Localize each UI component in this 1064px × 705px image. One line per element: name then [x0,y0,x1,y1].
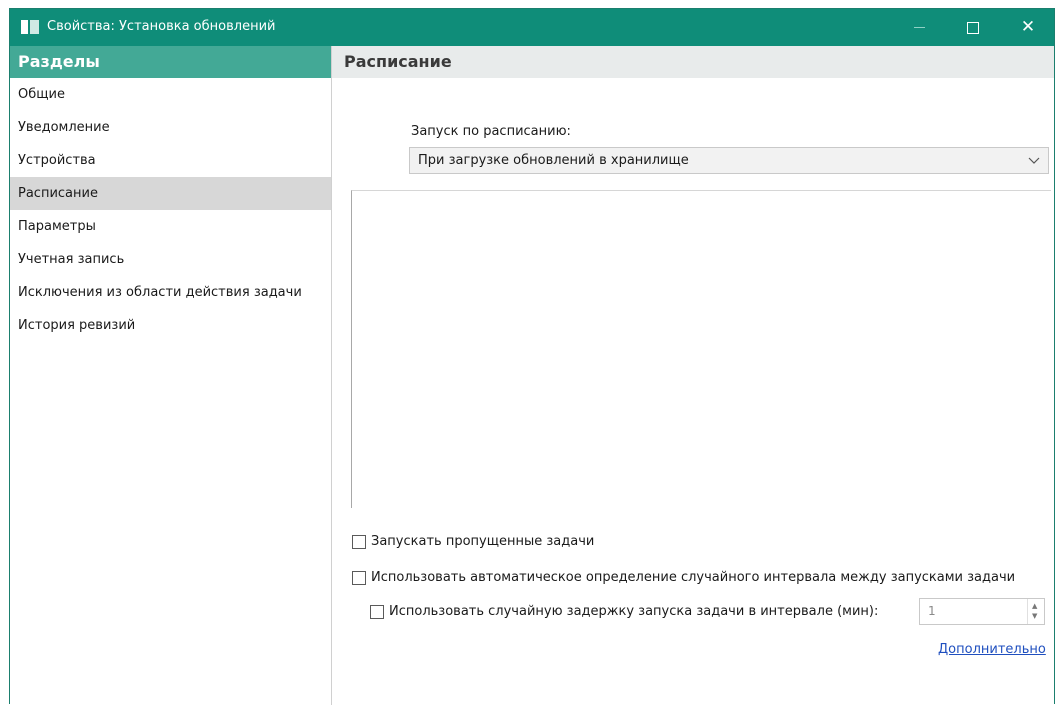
sidebar-item-parameters[interactable]: Параметры [10,210,331,243]
auto-random-interval-label: Использовать автоматическое определение … [371,570,1016,585]
minimize-icon [914,27,925,28]
missed-tasks-label: Запускать пропущенные задачи [371,534,595,549]
advanced-link[interactable]: Дополнительно [938,642,1046,657]
window-title: Свойства: Установка обновлений [47,19,276,34]
content-panel: Расписание Запуск по расписанию: При заг… [332,46,1054,705]
properties-window: Свойства: Установка обновлений ✕ Разделы… [9,8,1055,705]
sidebar-item-devices[interactable]: Устройства [10,144,331,177]
random-delay-label: Использовать случайную задержку запуска … [389,604,879,619]
missed-tasks-checkbox[interactable] [352,534,366,549]
arrow-down-icon[interactable]: ▼ [1032,612,1037,620]
schedule-select-value: При загрузке обновлений в хранилище [418,153,689,168]
sidebar-item-schedule[interactable]: Расписание [10,177,331,210]
sidebar-item-exclusions[interactable]: Исключения из области действия задачи [10,276,331,309]
app-icon [21,20,39,34]
maximize-icon [967,22,979,34]
close-button[interactable]: ✕ [1005,9,1051,46]
auto-random-interval-option[interactable]: Использовать автоматическое определение … [352,570,1015,585]
missed-tasks-option[interactable]: Запускать пропущенные задачи [352,534,594,549]
close-icon: ✕ [1020,17,1036,37]
sidebar-header: Разделы [10,46,331,78]
section-title: Расписание [332,46,1054,78]
maximize-button[interactable] [950,9,996,46]
schedule-label: Запуск по расписанию: [411,124,571,139]
sidebar-item-revision-history[interactable]: История ревизий [10,309,331,342]
auto-random-interval-checkbox[interactable] [352,570,366,585]
sidebar: Разделы Общие Уведомление Устройства Рас… [10,46,332,705]
arrow-up-icon[interactable]: ▲ [1032,602,1037,610]
delay-minutes-value: 1 [928,604,936,618]
schedule-select[interactable]: При загрузке обновлений в хранилище [409,147,1049,174]
chevron-down-icon [1028,148,1040,173]
sidebar-item-general[interactable]: Общие [10,78,331,111]
title-bar: Свойства: Установка обновлений ✕ [10,9,1054,46]
random-delay-option[interactable]: Использовать случайную задержку запуска … [370,604,878,619]
random-delay-checkbox[interactable] [370,604,384,619]
minimize-button[interactable] [896,9,942,46]
sidebar-item-account[interactable]: Учетная запись [10,243,331,276]
sidebar-item-notification[interactable]: Уведомление [10,111,331,144]
schedule-settings-area [351,190,1051,508]
stepper-arrows[interactable]: ▲ ▼ [1027,599,1044,624]
delay-minutes-stepper[interactable]: 1 ▲ ▼ [919,598,1045,625]
